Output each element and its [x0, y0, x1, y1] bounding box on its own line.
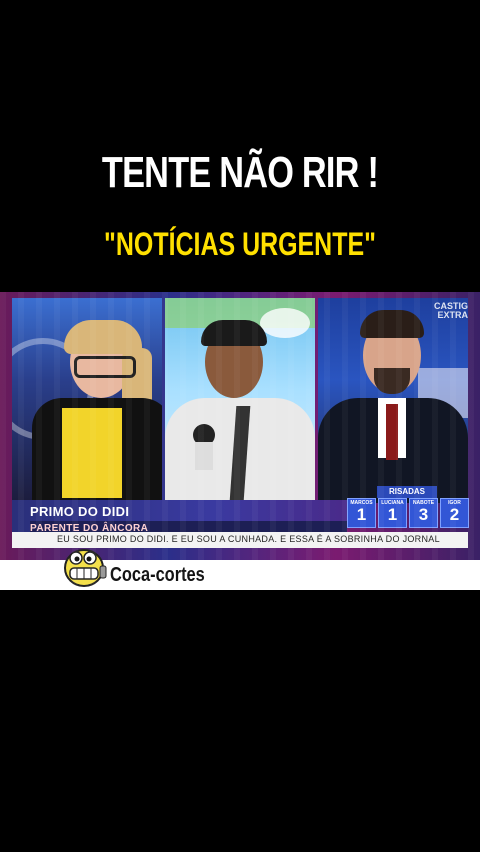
lower-third-name: PRIMO DO DIDI: [30, 504, 130, 519]
channel-logo-line2: EXTRA: [437, 310, 468, 320]
score-luciana: LUCIANA 1: [378, 498, 407, 528]
scoreboard-title: RISADAS: [377, 486, 437, 498]
video-panel-center: [165, 298, 315, 503]
video-panel-left: [12, 298, 162, 503]
scoreboard: RISADAS MARCOS 1 LUCIANA 1 NABOTE 3 IGOR…: [347, 486, 469, 528]
subheadline: "NOTÍCIAS URGENTE": [104, 226, 376, 262]
video-panel-right: [318, 298, 468, 503]
score-igor: IGOR 2: [440, 498, 469, 528]
score-value: 3: [418, 505, 429, 524]
headline: TENTE NÃO RIR !: [101, 148, 379, 197]
score-marcos: MARCOS 1: [347, 498, 376, 528]
ticker-text: EU SOU PRIMO DO DIDI. E EU SOU A CUNHADA…: [57, 534, 440, 544]
channel-logo: CASTIG EXTRA: [434, 302, 468, 320]
score-nabote: NABOTE 3: [409, 498, 438, 528]
score-value: 1: [356, 505, 367, 524]
score-value: 2: [449, 505, 460, 524]
score-value: 1: [387, 505, 398, 524]
brand-name: Coca-cortes: [110, 564, 205, 586]
smiley-mascot-icon: [64, 549, 107, 587]
video-frame[interactable]: CASTIG EXTRA PRIMO DO DIDI PARENTE DO ÂN…: [0, 292, 480, 590]
